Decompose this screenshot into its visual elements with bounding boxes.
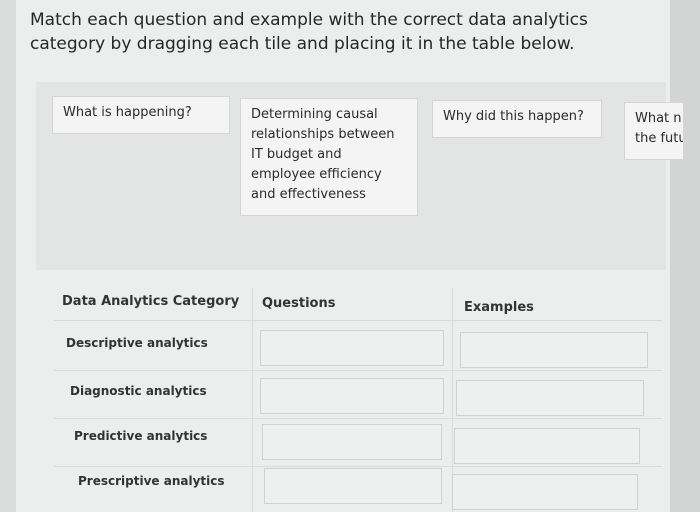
instructions-text: Match each question and example with the… bbox=[30, 10, 588, 54]
drop-slot-question-prescriptive[interactable] bbox=[264, 468, 442, 504]
row-label-descriptive: Descriptive analytics bbox=[66, 336, 208, 350]
row-divider bbox=[54, 370, 662, 371]
drop-slot-example-descriptive[interactable] bbox=[460, 332, 648, 368]
draggable-tile[interactable]: Determining causal relationships between… bbox=[240, 98, 418, 216]
row-divider bbox=[54, 466, 662, 467]
left-margin bbox=[0, 0, 16, 512]
drop-slot-example-prescriptive[interactable] bbox=[452, 474, 638, 510]
draggable-tile[interactable]: What is happening? bbox=[52, 96, 230, 134]
right-margin bbox=[670, 0, 700, 512]
row-label-predictive: Predictive analytics bbox=[74, 429, 208, 443]
header-examples: Examples bbox=[464, 300, 534, 315]
drop-slot-question-diagnostic[interactable] bbox=[260, 378, 444, 414]
categories-table: Data Analytics Category Questions Exampl… bbox=[54, 288, 662, 512]
row-label-prescriptive: Prescriptive analytics bbox=[78, 474, 225, 488]
row-divider bbox=[54, 418, 662, 419]
row-label-diagnostic: Diagnostic analytics bbox=[70, 384, 207, 398]
column-divider bbox=[252, 288, 253, 512]
header-divider bbox=[54, 320, 662, 321]
tile-text: What n the futu bbox=[635, 111, 684, 146]
drop-slot-example-predictive[interactable] bbox=[454, 428, 640, 464]
drop-slot-example-diagnostic[interactable] bbox=[456, 380, 644, 416]
header-category: Data Analytics Category bbox=[62, 294, 240, 309]
draggable-tile[interactable]: Why did this happen? bbox=[432, 100, 602, 138]
draggable-tile[interactable]: What n the futu bbox=[624, 102, 684, 160]
header-questions: Questions bbox=[262, 296, 336, 311]
drop-slot-question-descriptive[interactable] bbox=[260, 330, 444, 366]
drop-slot-question-predictive[interactable] bbox=[262, 424, 442, 460]
